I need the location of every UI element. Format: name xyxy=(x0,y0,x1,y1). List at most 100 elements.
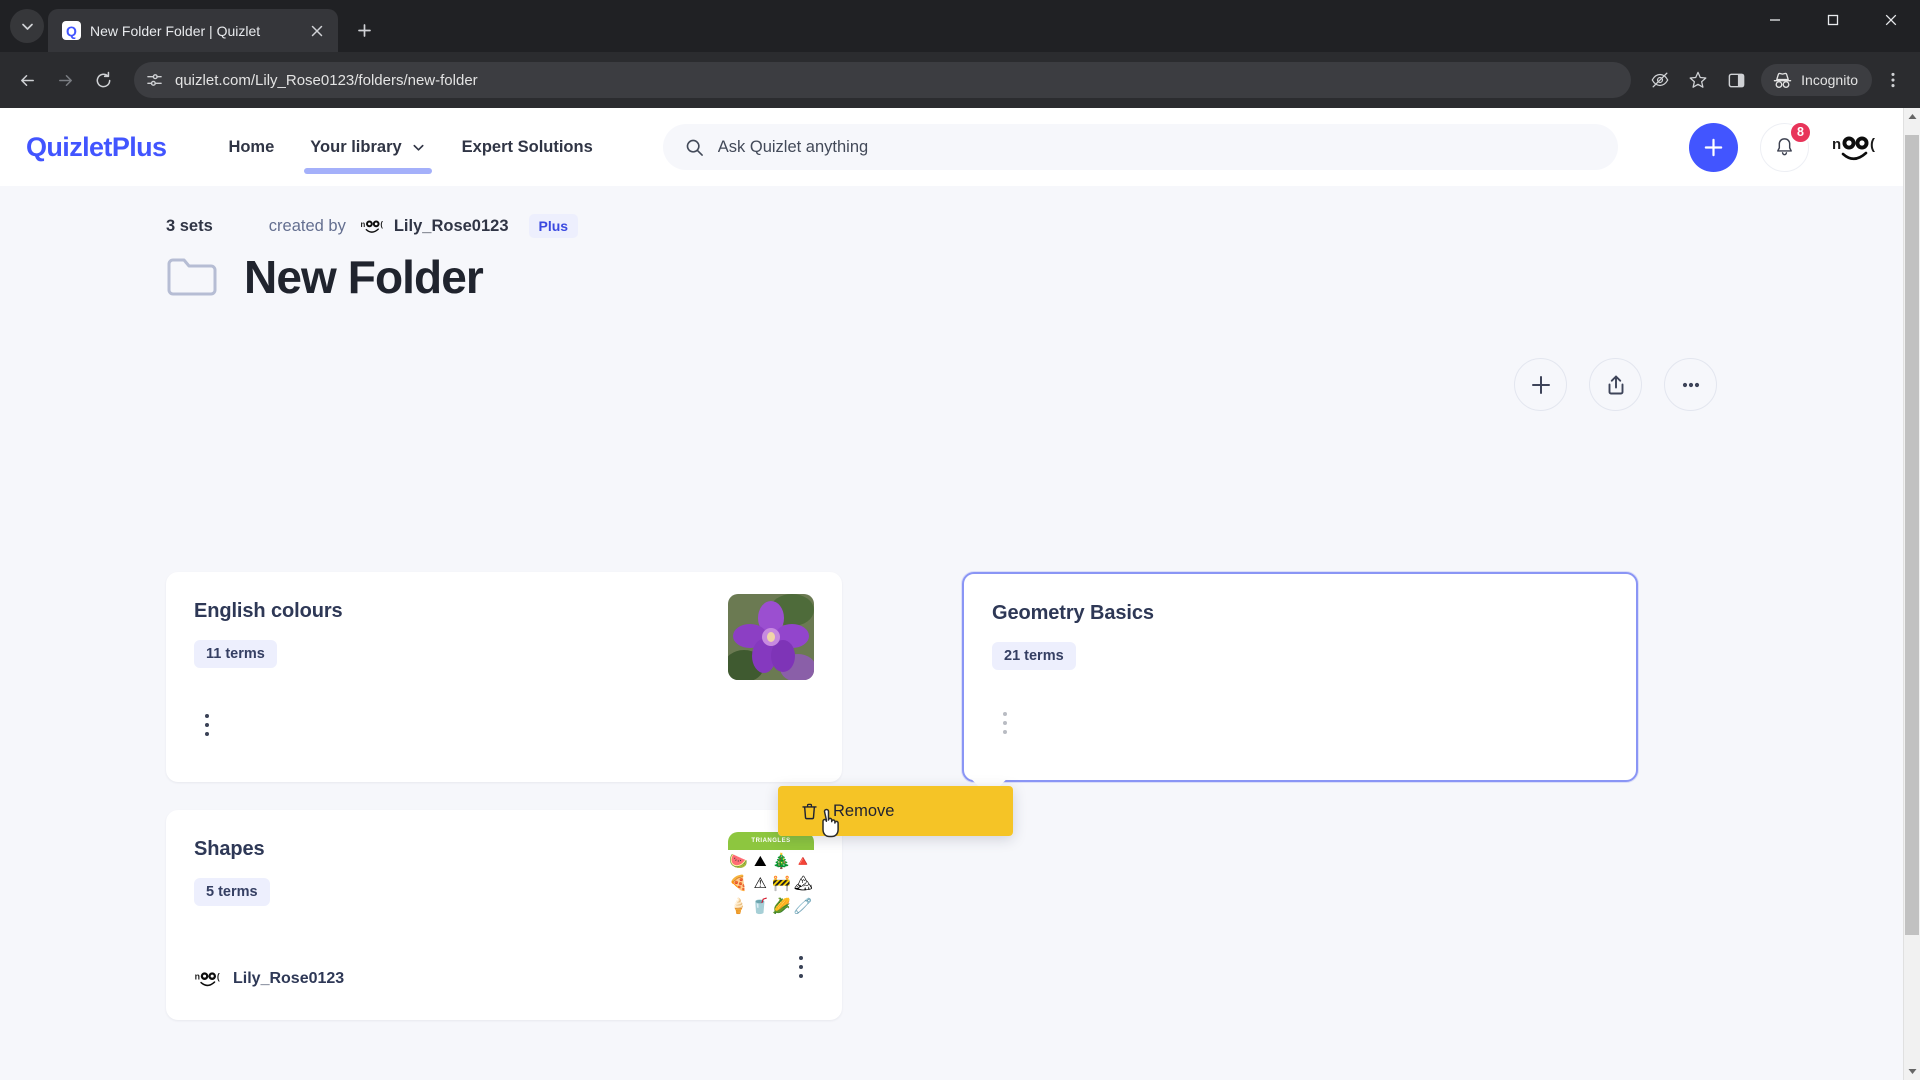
nav-item-expert-solutions[interactable]: Expert Solutions xyxy=(444,108,611,186)
url-text: quizlet.com/Lily_Rose0123/folders/new-fo… xyxy=(175,71,478,89)
search-bar[interactable] xyxy=(662,124,1618,170)
logo-quizlet-text: Quizlet xyxy=(26,131,112,162)
three-dot-menu-icon xyxy=(1891,72,1895,88)
shape-item: 🥤 xyxy=(750,898,770,916)
search-input[interactable] xyxy=(717,137,1596,157)
star-icon xyxy=(1689,71,1707,88)
plus-icon xyxy=(1704,138,1723,156)
set-card-menu-button[interactable] xyxy=(992,708,1018,738)
set-card-menu-button[interactable] xyxy=(194,710,220,740)
forward-button[interactable] xyxy=(48,63,82,97)
incognito-indicator[interactable]: Incognito xyxy=(1761,64,1872,96)
shape-item: 🏔 xyxy=(793,875,813,893)
side-panel-button[interactable] xyxy=(1719,63,1753,97)
scrollbar-track[interactable] xyxy=(1904,125,1920,1063)
avatar[interactable]: n ( xyxy=(1831,124,1877,170)
chrome-menu-button[interactable] xyxy=(1876,63,1910,97)
shape-item: 🔺 xyxy=(793,852,813,870)
author-avatar: n ( xyxy=(195,972,220,987)
reload-button[interactable] xyxy=(86,63,120,97)
back-button[interactable] xyxy=(10,63,44,97)
ellipsis-icon xyxy=(1682,382,1699,387)
add-set-button[interactable] xyxy=(1514,358,1567,411)
quizlet-favicon: Q xyxy=(62,21,81,40)
set-author[interactable]: n ( Lily_Rose0123 xyxy=(194,965,345,992)
nav-item-home[interactable]: Home xyxy=(210,108,292,186)
set-card[interactable]: English colours 11 terms xyxy=(166,572,842,782)
nav-item-your-library[interactable]: Your library xyxy=(292,108,443,186)
set-title: Shapes xyxy=(194,838,265,860)
page-scrollbar[interactable] xyxy=(1903,108,1920,1080)
set-card[interactable]: Shapes 5 terms TRIANGLES 🍉 ⛰ 🎄 🔺 🍕 ⚠ 🚧 🏔… xyxy=(166,810,842,1020)
browser-tab[interactable]: Q New Folder Folder | Quizlet xyxy=(48,9,338,52)
more-options-button[interactable] xyxy=(1664,358,1717,411)
svg-text:(: ( xyxy=(380,220,383,229)
header-actions: 8 n ( xyxy=(1689,120,1877,172)
trash-icon xyxy=(802,803,817,819)
context-menu-item-remove[interactable]: Remove xyxy=(778,786,1013,836)
scroll-up-button[interactable] xyxy=(1904,108,1920,125)
page-title: New Folder xyxy=(244,251,484,303)
site-header: QuizletPlus Home Your library Expert Sol… xyxy=(0,108,1903,186)
shape-item: ⚠ xyxy=(753,875,767,893)
svg-text:n: n xyxy=(1832,136,1841,153)
svg-text:(: ( xyxy=(1870,136,1875,153)
set-title: Geometry Basics xyxy=(992,602,1154,624)
favicon-letter: Q xyxy=(66,22,77,39)
window-controls xyxy=(1746,0,1920,40)
folder-icon xyxy=(167,258,217,296)
set-thumbnail xyxy=(728,594,814,680)
notification-count-badge: 8 xyxy=(1789,120,1812,144)
shape-item: 🎄 xyxy=(772,852,792,870)
eye-off-icon xyxy=(1651,72,1669,88)
creator-avatar: n ( xyxy=(360,220,383,233)
chevron-down-icon xyxy=(413,144,424,151)
triangle-shapes-collage: TRIANGLES 🍉 ⛰ 🎄 🔺 🍕 ⚠ 🚧 🏔 🍦 🥤 🌽 🧷 xyxy=(728,832,814,918)
shape-item: 🧷 xyxy=(793,898,813,916)
creator-name[interactable]: Lily_Rose0123 xyxy=(394,217,509,236)
forward-arrow-icon xyxy=(58,74,72,86)
search-icon xyxy=(686,139,703,156)
tab-strip: Q New Folder Folder | Quizlet xyxy=(0,0,1920,52)
set-terms-count: 11 terms xyxy=(194,640,277,668)
share-folder-button[interactable] xyxy=(1589,358,1642,411)
nav-label-your-library: Your library xyxy=(310,137,402,156)
set-card[interactable]: Geometry Basics 21 terms xyxy=(962,572,1638,782)
folder-actions xyxy=(1514,358,1717,411)
chevron-up-icon xyxy=(1908,114,1916,119)
main-navigation: Home Your library Expert Solutions xyxy=(210,108,610,186)
set-thumbnail: TRIANGLES 🍉 ⛰ 🎄 🔺 🍕 ⚠ 🚧 🏔 🍦 🥤 🌽 🧷 xyxy=(728,832,814,918)
set-title: English colours xyxy=(194,600,343,622)
logo-plus-text: Plus xyxy=(111,131,167,162)
set-terms-count: 5 terms xyxy=(194,878,270,906)
tab-search-button[interactable] xyxy=(10,9,44,43)
active-nav-underline xyxy=(304,168,432,174)
page-viewport: QuizletPlus Home Your library Expert Sol… xyxy=(0,108,1920,1080)
scroll-down-button[interactable] xyxy=(1904,1063,1920,1080)
notifications-button[interactable]: 8 xyxy=(1760,120,1812,172)
create-button[interactable] xyxy=(1689,122,1738,172)
address-bar[interactable]: quizlet.com/Lily_Rose0123/folders/new-fo… xyxy=(134,62,1632,98)
folder-meta: 3 sets created by n ( Lily_Rose0123 Plus xyxy=(0,186,1903,238)
set-card-menu-button[interactable] xyxy=(788,952,814,982)
shape-item: 🍕 xyxy=(729,875,749,893)
quizlet-page: QuizletPlus Home Your library Expert Sol… xyxy=(0,108,1903,1080)
incognito-label: Incognito xyxy=(1801,72,1858,88)
shape-item: 🍦 xyxy=(729,898,749,916)
window-close-button[interactable] xyxy=(1862,0,1920,40)
author-name: Lily_Rose0123 xyxy=(233,969,345,987)
chevron-down-icon xyxy=(1908,1069,1916,1074)
svg-text:(: ( xyxy=(217,972,220,982)
tab-close-button[interactable] xyxy=(306,20,328,42)
tracking-protection-button[interactable] xyxy=(1643,63,1677,97)
minimize-button[interactable] xyxy=(1746,0,1804,40)
quizlet-logo[interactable]: QuizletPlus xyxy=(26,131,167,163)
created-by-label: created by xyxy=(268,216,346,235)
plus-icon xyxy=(357,23,371,37)
mouse-cursor-pointer xyxy=(822,808,839,838)
new-tab-button[interactable] xyxy=(347,13,381,47)
bookmark-button[interactable] xyxy=(1681,63,1715,97)
tab-title: New Folder Folder | Quizlet xyxy=(90,22,261,39)
maximize-button[interactable] xyxy=(1804,0,1862,40)
scrollbar-thumb[interactable] xyxy=(1905,135,1919,935)
